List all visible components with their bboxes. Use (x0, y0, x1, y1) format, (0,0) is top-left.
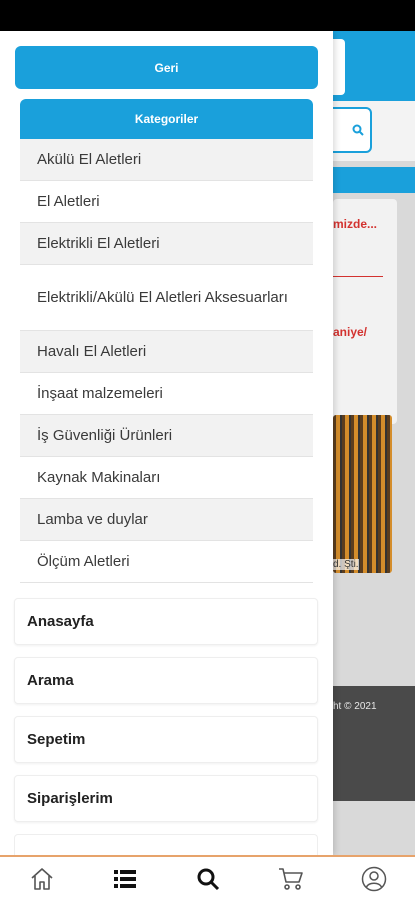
nav-cart-button[interactable] (271, 861, 311, 897)
category-item[interactable]: Lamba ve duylar (20, 499, 313, 541)
menu-item-sepetim[interactable]: Sepetim (14, 716, 318, 763)
cart-icon (278, 867, 303, 890)
background-topbar (333, 31, 415, 101)
background-red-text-2: aniye/ (333, 325, 368, 339)
nav-home-button[interactable] (22, 861, 62, 897)
category-item[interactable]: Elektrikli/Akülü El Aletleri Aksesuarlar… (20, 265, 313, 331)
background-store-image (333, 415, 392, 573)
back-button[interactable]: Geri (15, 46, 318, 89)
category-item[interactable]: İnşaat malzemeleri (20, 373, 313, 415)
background-copyright: ht © 2021 (333, 701, 377, 712)
category-item[interactable]: İş Güvenliği Ürünleri (20, 415, 313, 457)
status-bar (0, 0, 415, 31)
category-list: Akülü El Aletleri El Aletleri Elektrikli… (20, 139, 313, 583)
list-icon (113, 869, 136, 888)
drawer-menu: Anasayfa Arama Sepetim Siparişlerim (14, 598, 318, 855)
nav-account-button[interactable] (354, 861, 394, 897)
user-icon (361, 866, 386, 891)
bottom-navigation (0, 855, 415, 900)
search-icon (352, 124, 364, 136)
background-red-line (333, 276, 383, 277)
nav-search-button[interactable] (188, 861, 228, 897)
categories-header: Kategoriler (20, 99, 313, 139)
menu-item-anasayfa[interactable]: Anasayfa (14, 598, 318, 645)
background-strip (333, 167, 415, 193)
menu-item-partial[interactable] (14, 834, 318, 855)
search-icon (197, 868, 219, 890)
nav-categories-button[interactable] (105, 861, 145, 897)
category-item[interactable]: Ölçüm Aletleri (20, 541, 313, 583)
menu-item-siparislerim[interactable]: Siparişlerim (14, 775, 318, 822)
navigation-drawer: Geri Kategoriler Akülü El Aletleri El Al… (0, 31, 333, 855)
home-icon (30, 867, 53, 890)
category-item[interactable]: Havalı El Aletleri (20, 331, 313, 373)
category-item[interactable]: El Aletleri (20, 181, 313, 223)
menu-item-arama[interactable]: Arama (14, 657, 318, 704)
background-card (333, 199, 397, 424)
category-item[interactable]: Kaynak Makinaları (20, 457, 313, 499)
category-item[interactable]: Akülü El Aletleri (20, 139, 313, 181)
background-image-caption: d. Şti. (333, 559, 359, 570)
background-red-text-1: mizde... (333, 217, 378, 231)
category-item[interactable]: Elektrikli El Aletleri (20, 223, 313, 265)
